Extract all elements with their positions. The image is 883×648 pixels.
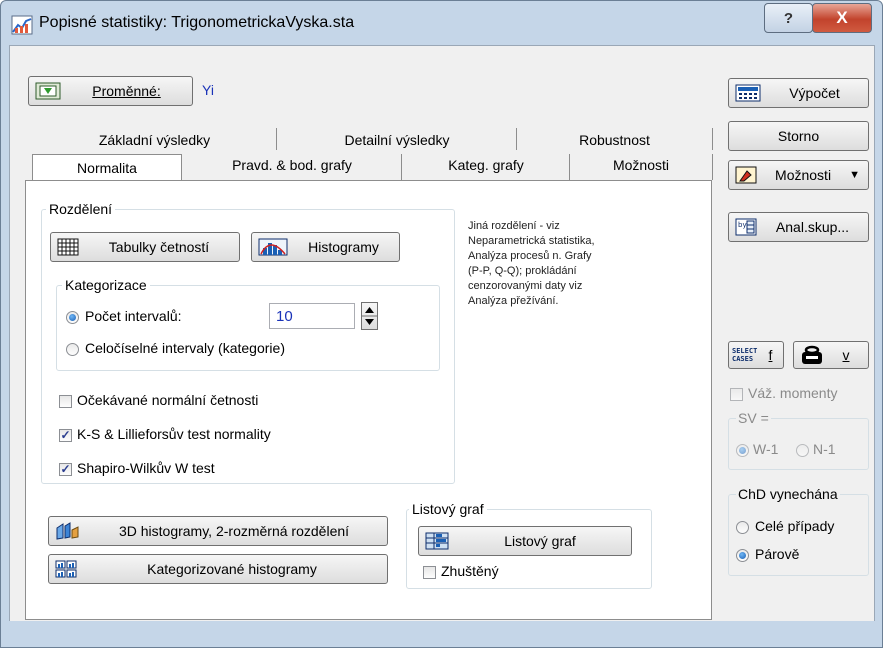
histogram-icon	[258, 238, 288, 256]
casewise-radio[interactable]	[736, 521, 749, 534]
summary-calculator-icon	[735, 84, 761, 102]
stem-leaf-icon	[425, 532, 449, 550]
compressed-label: Zhuštěný	[441, 563, 499, 579]
expected-normal-checkbox[interactable]	[59, 395, 72, 408]
categorization-group	[56, 285, 440, 371]
tab-probability-plots[interactable]: Pravd. & bod. grafy	[182, 152, 402, 178]
pairwise-radio[interactable]	[736, 549, 749, 562]
missing-data-group	[728, 494, 869, 576]
options-label: Možnosti	[775, 167, 832, 183]
title-bar[interactable]: Popisné statistiky: TrigonometrickaVyska…	[1, 1, 882, 45]
ks-lilliefors-checkbox[interactable]: ✓	[59, 429, 72, 442]
by-group-button[interactable]: by Anal.skup...	[728, 212, 869, 242]
by-group-label: Anal.skup...	[775, 219, 850, 235]
compressed-checkbox[interactable]	[423, 566, 436, 579]
stem-leaf-label: Listový graf	[504, 533, 576, 549]
dialog-window: Popisné statistiky: TrigonometrickaVyska…	[0, 0, 883, 648]
3d-histogram-icon	[55, 522, 81, 540]
weight-icon	[800, 345, 824, 365]
variables-button-label: Proměnné:	[92, 83, 161, 99]
select-cases-button[interactable]: SELECT CASES f	[728, 341, 784, 369]
tab-normality[interactable]: Normalita	[32, 154, 182, 181]
chevron-down-icon: ▼	[849, 169, 860, 181]
histograms-3d-label: 3D histogramy, 2-rozměrná rozdělení	[118, 523, 350, 539]
expected-normal-label: Očekávané normální četnosti	[77, 392, 259, 408]
frequency-tables-label: Tabulky četností	[108, 239, 210, 255]
select-cases-icon: SELECT CASES	[732, 347, 758, 363]
tab-detailed-results[interactable]: Detailní výsledky	[277, 127, 517, 153]
weights-button[interactable]: v	[793, 341, 869, 369]
pairwise-label: Párově	[755, 546, 800, 562]
missing-data-group-title: ChD vynechána	[736, 486, 840, 502]
categorized-histograms-label: Kategorizované histogramy	[147, 561, 317, 577]
weights-v: v	[842, 347, 850, 363]
df-n1-label: N-1	[813, 441, 836, 457]
cancel-label: Storno	[777, 128, 820, 144]
casewise-label: Celé případy	[755, 518, 835, 534]
help-button[interactable]: ?	[764, 3, 813, 33]
df-group-title: SV =	[736, 410, 771, 426]
options-dropdown-button[interactable]: Možnosti ▼	[728, 160, 869, 190]
tab-categorized-plots[interactable]: Kateg. grafy	[402, 152, 570, 178]
intervals-spinner[interactable]	[361, 302, 378, 330]
variables-icon	[35, 82, 61, 100]
intervals-count-label: Počet intervalů:	[85, 308, 182, 324]
df-w1-radio[interactable]	[736, 444, 749, 457]
by-group-icon: by	[735, 218, 757, 236]
window-title: Popisné statistiky: TrigonometrickaVyska…	[39, 14, 355, 31]
histograms-3d-button[interactable]: 3D histogramy, 2-rozměrná rozdělení	[48, 516, 388, 546]
tab-robustness[interactable]: Robustnost	[517, 127, 712, 153]
ks-lilliefors-label: K-S & Lillieforsův test normality	[77, 426, 271, 442]
categorized-histograms-button[interactable]: Kategorizované histogramy	[48, 554, 388, 584]
tab-panel-normality: Rozdělení Tabulky četností Histogramy Ka…	[25, 180, 712, 620]
histograms-button[interactable]: Histogramy	[251, 232, 400, 262]
intervals-count-radio[interactable]	[66, 311, 79, 324]
weighted-moments-label: Váž. momenty	[748, 385, 838, 401]
shapiro-wilk-label: Shapiro-Wilkův W test	[77, 460, 215, 476]
cancel-button[interactable]: Storno	[728, 121, 869, 151]
compute-button[interactable]: Výpočet	[728, 78, 869, 108]
stem-leaf-group-title: Listový graf	[409, 501, 487, 517]
variables-button[interactable]: Proměnné:	[28, 76, 193, 106]
distribution-group-title: Rozdělení	[46, 201, 116, 217]
categorized-histogram-icon	[55, 560, 77, 578]
stem-leaf-button[interactable]: Listový graf	[418, 526, 632, 556]
categorization-group-title: Kategorizace	[62, 277, 150, 293]
integer-intervals-radio[interactable]	[66, 343, 79, 356]
shapiro-wilk-checkbox[interactable]: ✓	[59, 463, 72, 476]
histograms-label: Histogramy	[308, 239, 379, 255]
tab-options[interactable]: Možnosti	[570, 152, 712, 178]
tab-basic-results[interactable]: Základní výsledky	[32, 127, 277, 153]
df-n1-radio[interactable]	[796, 444, 809, 457]
compute-label: Výpočet	[789, 85, 840, 101]
dialog-client-area: Proměnné: Yi Základní výsledky Detailní …	[9, 45, 875, 641]
table-icon	[57, 238, 79, 256]
weighted-moments-checkbox[interactable]	[730, 388, 743, 401]
integer-intervals-label: Celočíselné intervaly (kategorie)	[85, 340, 285, 356]
statistics-app-icon	[11, 15, 33, 35]
info-text: Jiná rozdělení - viz Neparametrická stat…	[468, 220, 595, 307]
df-w1-label: W-1	[753, 441, 779, 457]
intervals-count-input[interactable]	[269, 303, 355, 329]
selected-variable: Yi	[202, 82, 214, 98]
select-cases-f: f	[768, 347, 773, 363]
options-icon	[735, 166, 757, 184]
svg-text:by: by	[738, 221, 747, 229]
close-button[interactable]: X	[812, 3, 872, 33]
frequency-tables-button[interactable]: Tabulky četností	[50, 232, 240, 262]
